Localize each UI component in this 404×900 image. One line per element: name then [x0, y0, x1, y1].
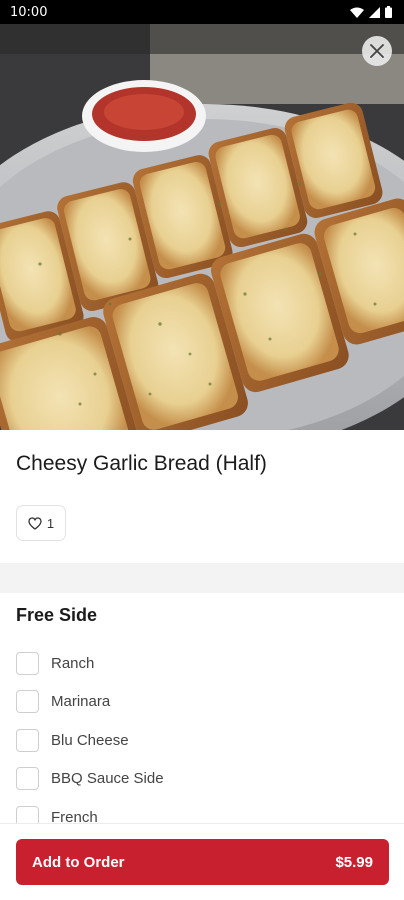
free-side-title: Free Side [16, 605, 98, 625]
signal-icon [369, 6, 380, 18]
option-label: Blu Cheese [51, 731, 129, 749]
option-label: Ranch [51, 654, 95, 672]
status-icons [350, 6, 392, 18]
option-label: Marinara [51, 692, 111, 710]
checkbox[interactable] [16, 728, 39, 752]
status-bar: 10:00 [0, 0, 404, 24]
price-label: $5.99 [335, 853, 373, 871]
item-title: Cheesy Garlic Bread (Half) [16, 452, 267, 475]
option-bbq-sauce-side[interactable]: BBQ Sauce Side [16, 765, 164, 791]
option-blu-cheese[interactable]: Blu Cheese [16, 727, 129, 753]
like-button[interactable]: 1 [16, 505, 66, 541]
item-photo [0, 24, 404, 430]
checkbox[interactable] [16, 689, 39, 713]
battery-icon [385, 6, 392, 18]
option-ranch[interactable]: Ranch [16, 650, 94, 676]
close-button[interactable] [362, 36, 392, 66]
option-label: BBQ Sauce Side [51, 769, 164, 787]
status-time: 10:00 [10, 4, 48, 20]
heart-icon [28, 516, 42, 530]
garlic-bread-image [0, 24, 404, 430]
section-separator [0, 563, 404, 593]
close-icon [370, 44, 384, 58]
wifi-icon [350, 7, 364, 18]
bottom-action-bar: Add to Order $5.99 [0, 823, 404, 900]
option-marinara[interactable]: Marinara [16, 688, 110, 714]
like-count: 1 [46, 515, 55, 531]
add-to-order-button[interactable]: Add to Order $5.99 [16, 839, 389, 885]
checkbox[interactable] [16, 766, 39, 790]
add-to-order-label: Add to Order [32, 853, 125, 871]
checkbox[interactable] [16, 651, 39, 675]
